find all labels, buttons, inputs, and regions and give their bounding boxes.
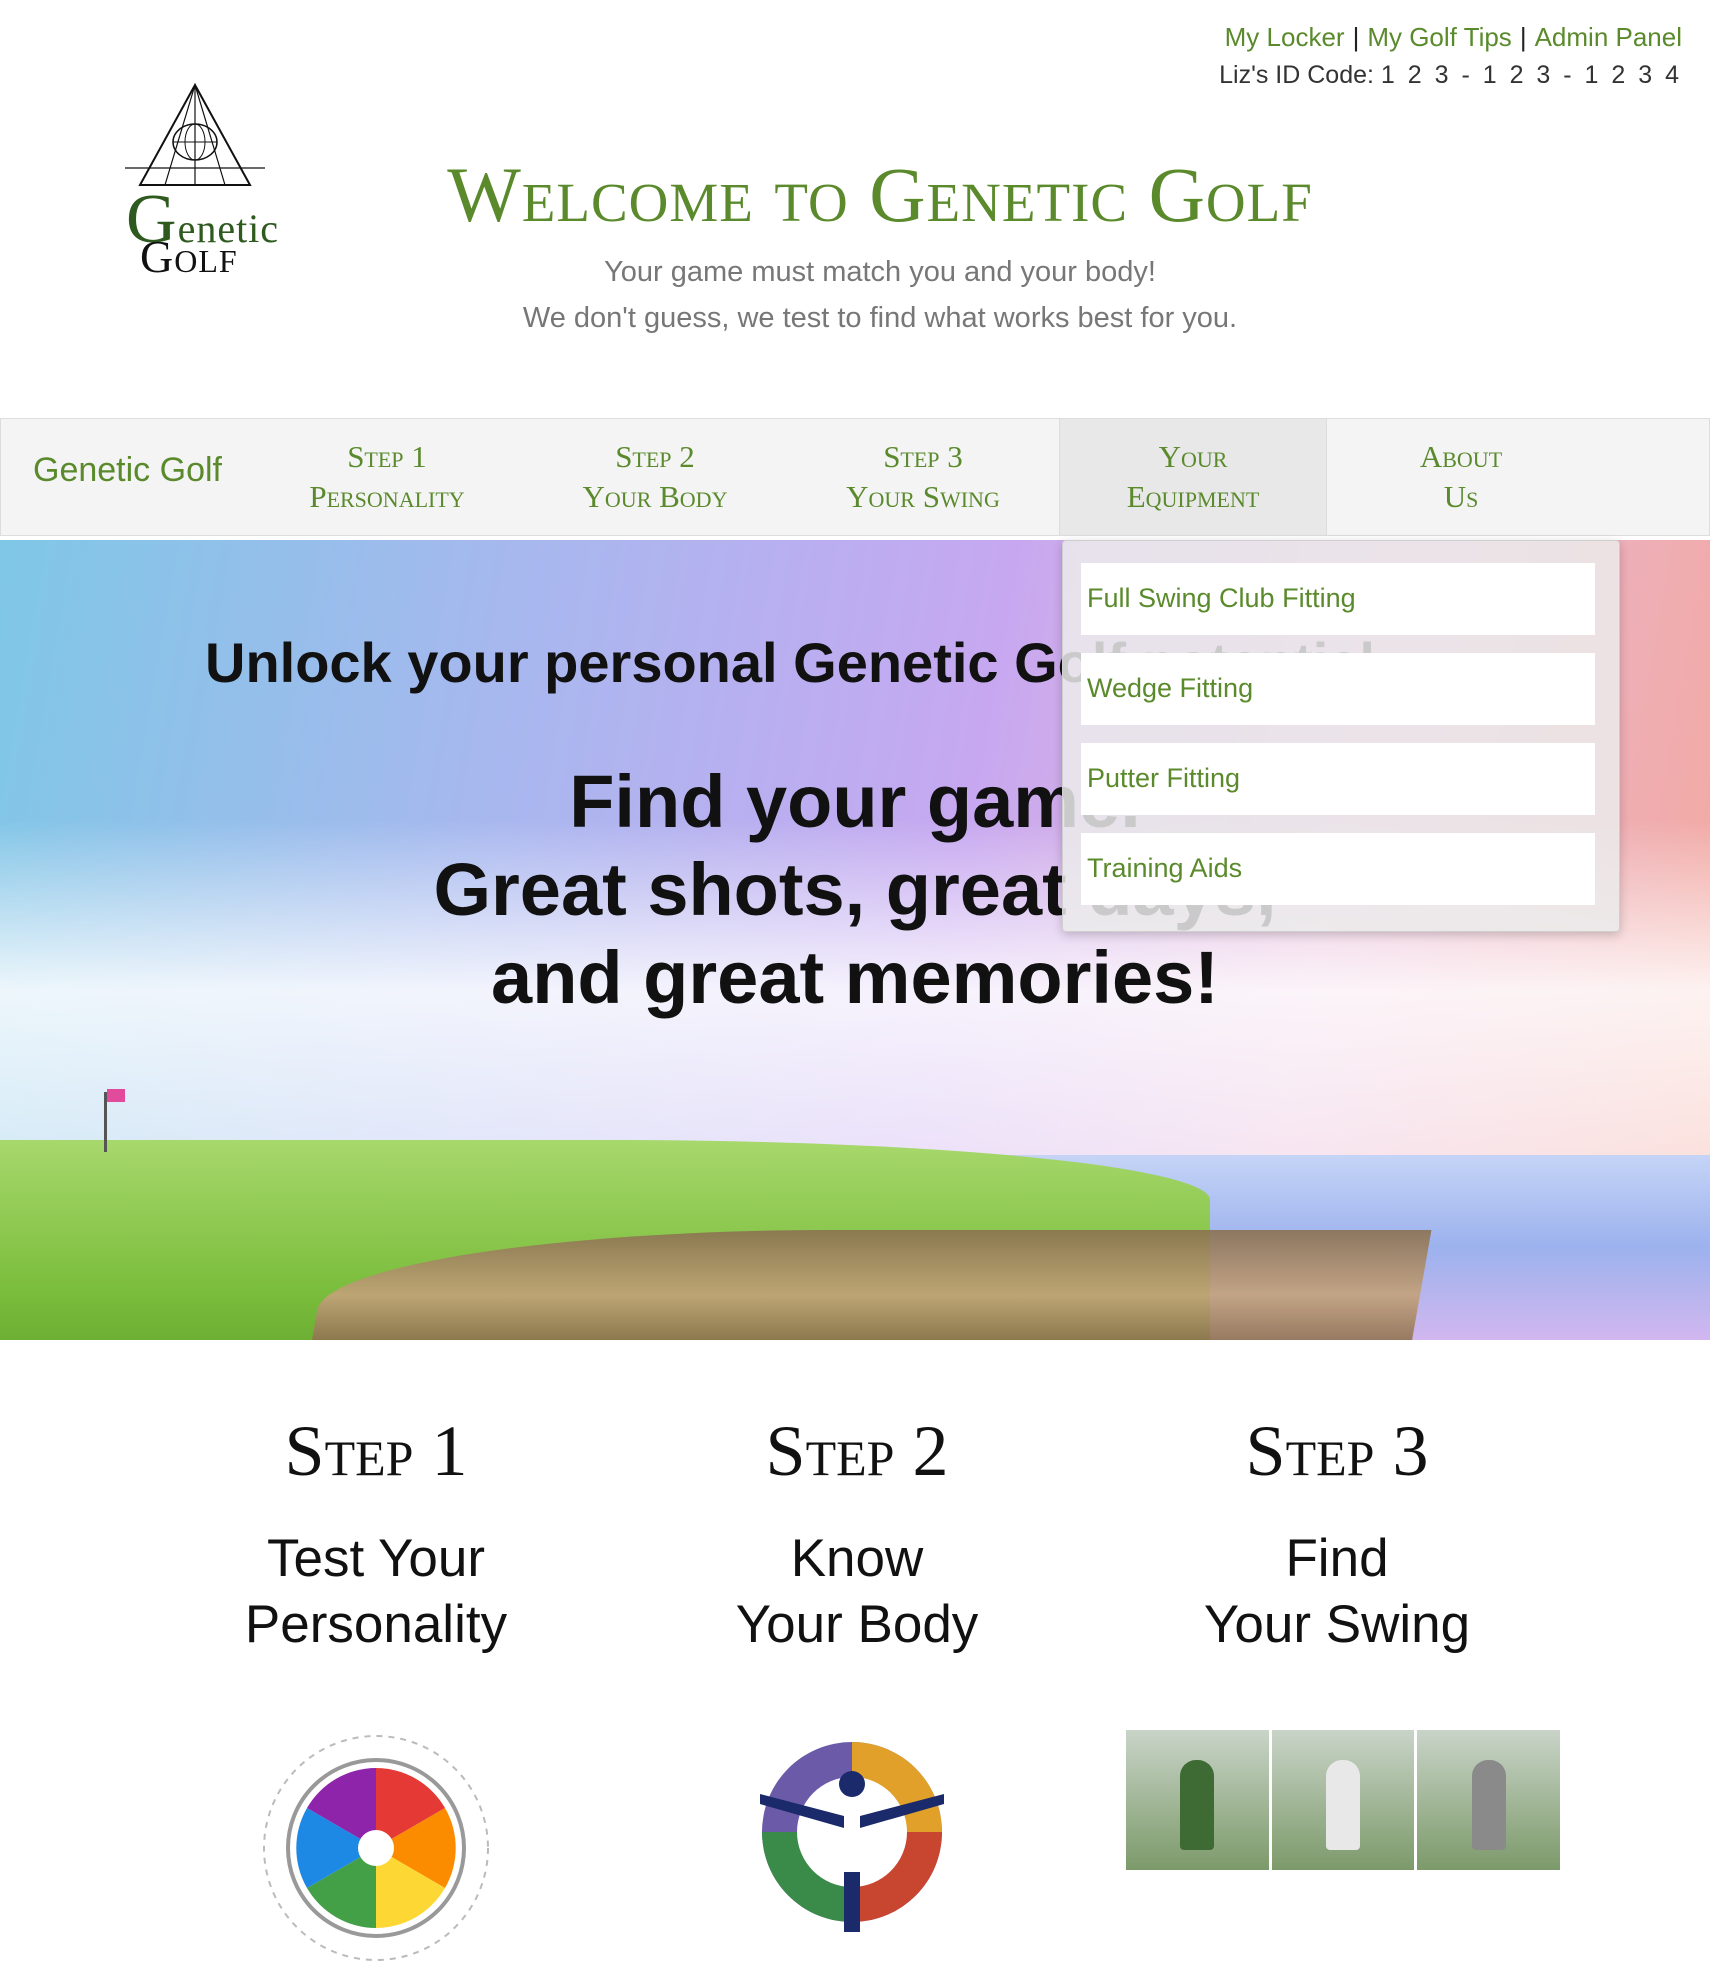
my-golf-tips-link[interactable]: My Golf Tips <box>1367 22 1511 52</box>
swing-photo <box>1126 1730 1272 1870</box>
body-figure-icon[interactable] <box>752 1732 952 1932</box>
user-id-line: Liz's ID Code: 1 2 3 - 1 2 3 - 1 2 3 4 <box>1219 56 1682 94</box>
menu-item-full-swing-club-fitting[interactable]: Full Swing Club Fitting <box>1081 563 1595 635</box>
swing-photo <box>1417 1730 1561 1870</box>
nav-label-line2: Equipment <box>1126 479 1260 514</box>
golf-swing-photos[interactable] <box>1126 1730 1561 1870</box>
hero-headline-3: and great memories! <box>491 936 1219 1019</box>
separator: | <box>1519 22 1527 52</box>
swing-photo <box>1271 1730 1418 1870</box>
nav-label-line2: Us <box>1443 479 1479 514</box>
step-2-sub-line1: Know <box>790 1529 924 1588</box>
nav-label-line1: Your <box>1158 439 1228 474</box>
menu-item-putter-fitting[interactable]: Putter Fitting <box>1081 743 1595 815</box>
step-3-sub-line2: Your Swing <box>1203 1595 1471 1654</box>
step-2-subtitle: Know Your Body <box>617 1526 1097 1658</box>
tagline-1: Your game must match you and your body! <box>604 256 1156 288</box>
page-title: Welcome to Genetic Golf <box>447 151 1313 238</box>
nav-label-line2: Personality <box>309 479 465 514</box>
step-3-title: Step 3 <box>1245 1411 1429 1491</box>
personality-wheel-icon[interactable] <box>260 1732 492 1964</box>
step-3-subtitle: Find Your Swing <box>1097 1526 1577 1658</box>
nav-step-2-your-body[interactable]: Step 2 Your Body <box>521 419 789 535</box>
menu-item-wedge-fitting[interactable]: Wedge Fitting <box>1081 653 1595 725</box>
step-2-title: Step 2 <box>765 1411 949 1491</box>
equipment-dropdown-menu: Full Swing Club Fitting Wedge Fitting Pu… <box>1062 540 1620 932</box>
navbar-brand[interactable]: Genetic Golf <box>33 451 222 490</box>
nav-label-line1: Step 3 <box>883 439 963 474</box>
nav-label-line1: About <box>1419 439 1503 474</box>
nav-step-1-personality[interactable]: Step 1 Personality <box>253 419 521 535</box>
step-1-subtitle: Test Your Personality <box>136 1526 616 1658</box>
utility-bar: My Locker | My Golf Tips | Admin Panel Liz's… <box>1219 18 1682 94</box>
nav-about-us[interactable]: About Us <box>1327 419 1595 535</box>
nav-your-equipment[interactable]: Your Equipment <box>1059 419 1327 535</box>
step-3-sub-line1: Find <box>1285 1529 1389 1588</box>
nav-label-line1: Step 1 <box>347 439 427 474</box>
step-2-sub-line2: Your Body <box>735 1595 979 1654</box>
step-1-sub-line1: Test Your <box>266 1529 486 1588</box>
main-navbar: Genetic Golf Step 1 Personality Step 2 Y… <box>0 418 1710 536</box>
step-1-sub-line2: Personality <box>244 1595 508 1654</box>
id-code: 1 2 3 - 1 2 3 - 1 2 3 4 <box>1380 61 1682 89</box>
my-locker-link[interactable]: My Locker <box>1225 22 1345 52</box>
nav-label-line2: Your Body <box>582 479 728 514</box>
step-1-title: Step 1 <box>284 1411 468 1491</box>
id-label: Liz's ID Code: <box>1219 61 1374 89</box>
separator: | <box>1352 22 1360 52</box>
menu-item-training-aids[interactable]: Training Aids <box>1081 833 1595 905</box>
tagline-2: We don't guess, we test to find what wor… <box>522 302 1238 334</box>
admin-panel-link[interactable]: Admin Panel <box>1535 22 1682 52</box>
golf-flag-icon <box>107 1089 125 1102</box>
nav-step-3-your-swing[interactable]: Step 3 Your Swing <box>789 419 1057 535</box>
nav-label-line2: Your Swing <box>846 479 1000 514</box>
nav-label-line1: Step 2 <box>615 439 695 474</box>
